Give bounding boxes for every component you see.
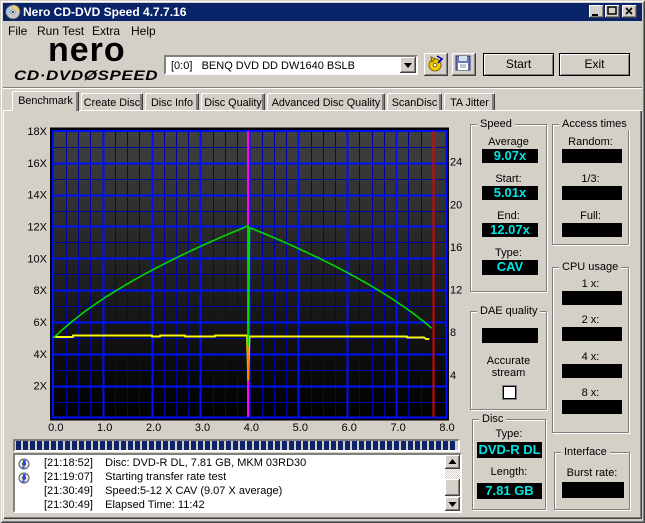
svg-text:0.0: 0.0: [48, 422, 63, 434]
svg-text:16X: 16X: [27, 158, 47, 170]
svg-text:20: 20: [450, 199, 462, 211]
svg-text:8: 8: [450, 327, 456, 339]
svg-text:1.0: 1.0: [97, 422, 112, 434]
svg-text:2X: 2X: [34, 381, 48, 393]
svg-text:24: 24: [450, 157, 462, 169]
svg-text:3.0: 3.0: [195, 422, 210, 434]
svg-text:10X: 10X: [27, 253, 47, 265]
svg-text:6X: 6X: [34, 317, 48, 329]
svg-text:6.0: 6.0: [342, 422, 357, 434]
svg-text:8X: 8X: [34, 285, 48, 297]
svg-text:5.0: 5.0: [293, 422, 308, 434]
svg-text:18X: 18X: [27, 126, 47, 138]
svg-text:4.0: 4.0: [244, 422, 259, 434]
svg-text:16: 16: [450, 242, 462, 254]
svg-text:12X: 12X: [27, 222, 47, 234]
svg-text:12: 12: [450, 285, 462, 297]
svg-text:4: 4: [450, 370, 456, 382]
svg-text:14X: 14X: [27, 190, 47, 202]
svg-text:2.0: 2.0: [146, 422, 161, 434]
svg-text:4X: 4X: [34, 349, 48, 361]
svg-text:7.0: 7.0: [390, 422, 405, 434]
svg-text:8.0: 8.0: [439, 422, 454, 434]
